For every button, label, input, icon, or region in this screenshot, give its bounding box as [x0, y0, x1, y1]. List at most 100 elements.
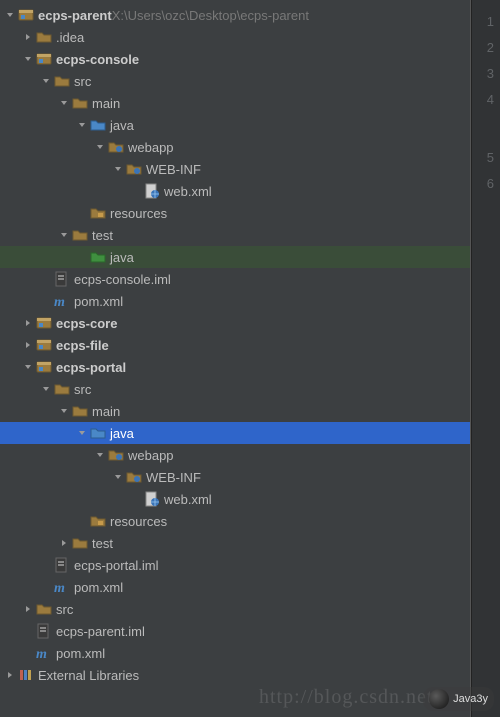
tree-row[interactable]: java [0, 422, 470, 444]
folder-icon [72, 403, 88, 419]
chevron-down-icon[interactable] [58, 405, 70, 417]
tree-row[interactable]: ecps-portal.iml [0, 554, 470, 576]
tree-row[interactable]: External Libraries [0, 664, 470, 686]
tree-row[interactable]: src [0, 598, 470, 620]
tree-item-label: src [56, 602, 73, 617]
line-number: 2 [487, 40, 494, 55]
line-number: 5 [487, 150, 494, 165]
tree-item-label: java [110, 426, 134, 441]
tree-row[interactable]: m pom.xml [0, 290, 470, 312]
chevron-down-icon[interactable] [112, 471, 124, 483]
module-icon [36, 51, 52, 67]
svg-text:m: m [54, 581, 65, 595]
tree-row[interactable]: mpom.xml [0, 576, 470, 598]
tree-item-label: ecps-file [56, 338, 109, 353]
tree-item-path: X:\Users\ozc\Desktop\ecps-parent [112, 8, 309, 23]
iml-icon [54, 557, 70, 573]
tree-item-label: pom.xml [56, 646, 105, 661]
chevron-down-icon[interactable] [94, 141, 106, 153]
tree-row[interactable]: main [0, 92, 470, 114]
res-folder-icon [90, 513, 106, 529]
chevron-right-icon[interactable] [22, 31, 34, 43]
tree-item-label: ecps-console [56, 52, 139, 67]
tree-row[interactable]: ecps-portal [0, 356, 470, 378]
tree-row[interactable]: java [0, 246, 470, 268]
chevron-down-icon[interactable] [112, 163, 124, 175]
maven-icon: m [54, 293, 70, 309]
tree-row[interactable]: resources [0, 202, 470, 224]
folder-icon [54, 73, 70, 89]
svg-text:m: m [54, 295, 65, 309]
tree-item-label: ecps-portal [56, 360, 126, 375]
tree-row[interactable]: web.xml [0, 488, 470, 510]
tree-item-label: resources [110, 514, 167, 529]
web-folder-icon [108, 139, 124, 155]
tree-item-label: web.xml [164, 492, 212, 507]
tree-item-label: web.xml [164, 184, 212, 199]
iml-icon [36, 623, 52, 639]
folder-icon [54, 381, 70, 397]
tree-row[interactable]: ecps-core [0, 312, 470, 334]
chevron-down-icon[interactable] [58, 229, 70, 241]
chevron-down-icon[interactable] [76, 427, 88, 439]
maven-icon: m [36, 645, 52, 661]
tree-item-label: java [110, 118, 134, 133]
tree-item-label: main [92, 404, 120, 419]
chevron-right-icon[interactable] [58, 537, 70, 549]
chevron-down-icon[interactable] [94, 449, 106, 461]
tree-row[interactable]: m pom.xml [0, 642, 470, 664]
chevron-right-icon[interactable] [4, 669, 16, 681]
line-number: 6 [487, 176, 494, 191]
chevron-right-icon[interactable] [22, 339, 34, 351]
tree-row[interactable]: webapp [0, 136, 470, 158]
folder-icon [72, 535, 88, 551]
tree-row[interactable]: webapp [0, 444, 470, 466]
folder-icon [72, 227, 88, 243]
tree-item-label: .idea [56, 30, 84, 45]
tree-row[interactable]: test [0, 224, 470, 246]
tree-item-label: src [74, 382, 91, 397]
tree-row[interactable]: WEB-INF [0, 158, 470, 180]
chevron-down-icon[interactable] [40, 383, 52, 395]
module-icon [36, 337, 52, 353]
tree-row[interactable]: ecps-console [0, 48, 470, 70]
tree-row[interactable]: test [0, 532, 470, 554]
tree-row[interactable]: ecps-file [0, 334, 470, 356]
tree-row[interactable]: main [0, 400, 470, 422]
chevron-down-icon[interactable] [58, 97, 70, 109]
tree-row[interactable]: .idea [0, 26, 470, 48]
chevron-down-icon[interactable] [4, 9, 16, 21]
folder-icon [36, 29, 52, 45]
tree-row[interactable]: web.xml [0, 180, 470, 202]
tree-row[interactable]: ecps-console.iml [0, 268, 470, 290]
ide-panel: ecps-parent X:\Users\ozc\Desktop\ecps-pa… [0, 0, 500, 717]
chevron-down-icon[interactable] [22, 53, 34, 65]
tree-row[interactable]: src [0, 70, 470, 92]
chevron-down-icon[interactable] [22, 361, 34, 373]
tree-item-label: java [110, 250, 134, 265]
tree-row[interactable]: src [0, 378, 470, 400]
web-folder-icon [126, 161, 142, 177]
tree-item-label: ecps-parent.iml [56, 624, 145, 639]
test-folder-icon [90, 249, 106, 265]
tree-item-label: pom.xml [74, 294, 123, 309]
chevron-down-icon[interactable] [76, 119, 88, 131]
chevron-down-icon[interactable] [40, 75, 52, 87]
tree-row[interactable]: resources [0, 510, 470, 532]
maven-icon: m [54, 579, 70, 595]
tree-row[interactable]: java [0, 114, 470, 136]
tree-item-label: ecps-portal.iml [74, 558, 159, 573]
tree-row[interactable]: ecps-parent X:\Users\ozc\Desktop\ecps-pa… [0, 4, 470, 26]
line-number: 4 [487, 92, 494, 107]
tree-item-label: test [92, 536, 113, 551]
tree-item-label: WEB-INF [146, 162, 201, 177]
project-tree[interactable]: ecps-parent X:\Users\ozc\Desktop\ecps-pa… [0, 0, 471, 717]
tree-row[interactable]: WEB-INF [0, 466, 470, 488]
iml-icon [54, 271, 70, 287]
web-folder-icon [126, 469, 142, 485]
tree-row[interactable]: ecps-parent.iml [0, 620, 470, 642]
libs-icon [18, 667, 34, 683]
chevron-right-icon[interactable] [22, 603, 34, 615]
brand-avatar-icon [429, 689, 449, 709]
chevron-right-icon[interactable] [22, 317, 34, 329]
